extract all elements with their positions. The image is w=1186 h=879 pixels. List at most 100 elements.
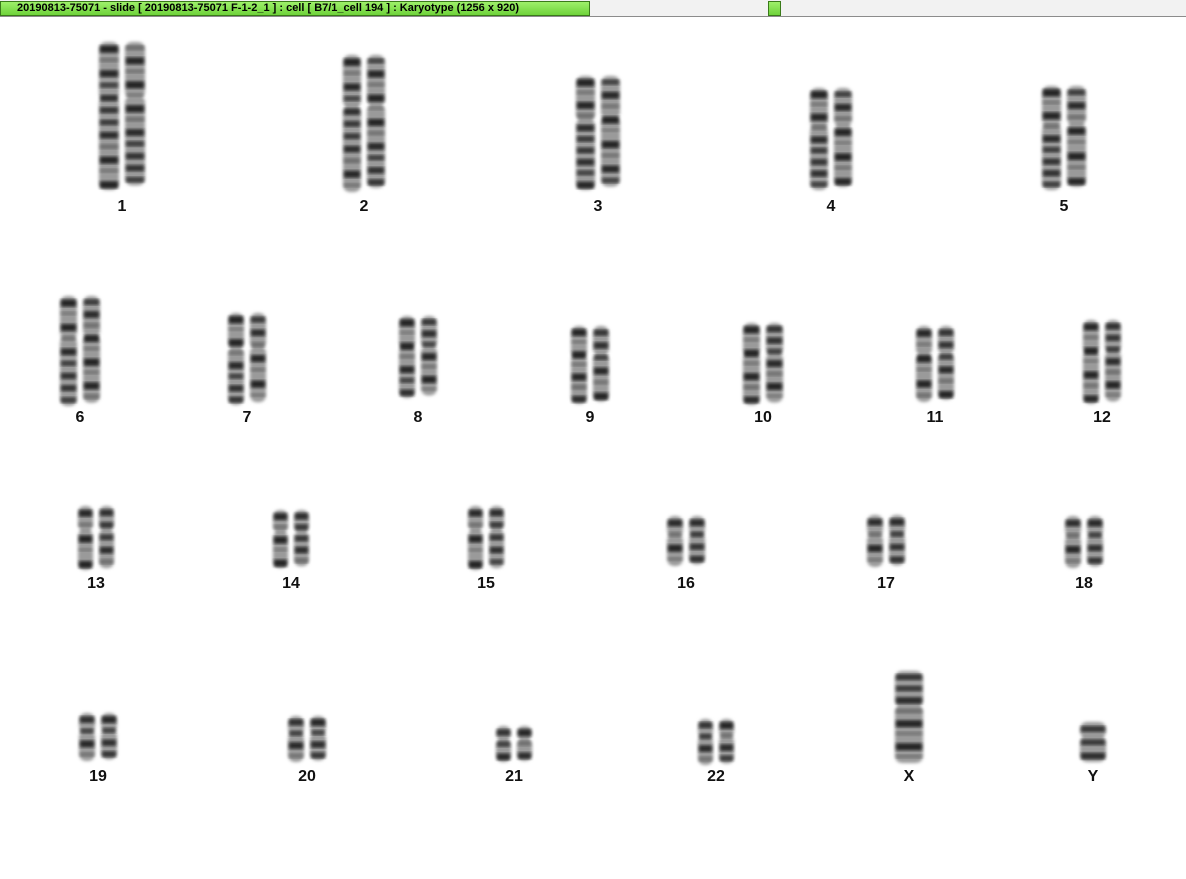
chromosome-image <box>1080 722 1106 762</box>
chromosome-pair-15[interactable] <box>468 506 504 570</box>
chromosome-image <box>343 55 385 192</box>
chromatid <box>517 726 532 761</box>
chromatid <box>1083 320 1099 404</box>
chromatid <box>78 506 93 570</box>
chromosome-label: 14 <box>282 575 300 592</box>
chromosome-label: Y <box>1087 768 1099 785</box>
chromosome-pair-1[interactable] <box>99 42 145 190</box>
chromosome-label: 22 <box>707 768 725 785</box>
chromosome-image <box>468 506 504 570</box>
chromatid <box>889 515 905 566</box>
chromosome-pair-y[interactable] <box>1079 722 1107 762</box>
chromosome-pair-19[interactable] <box>79 713 117 761</box>
chromosome-image <box>895 671 923 763</box>
chromosome-image <box>288 716 326 762</box>
chromatid <box>294 510 309 567</box>
chromatid <box>867 515 883 567</box>
chromosome-image <box>698 719 734 765</box>
chromosome-pair-x[interactable] <box>894 671 924 763</box>
chromosome-label: 4 <box>826 198 836 215</box>
chromosome-pair-10[interactable] <box>743 323 783 405</box>
chromatid <box>698 719 713 765</box>
chromosome-image <box>99 42 145 190</box>
title-bar: 20190813-75071 - slide [ 20190813-75071 … <box>0 0 1186 17</box>
chromatid <box>576 76 595 190</box>
chromosome-image <box>78 506 114 570</box>
chromosome-label: 2 <box>359 198 369 215</box>
chromatid <box>83 296 100 403</box>
chromatid <box>101 713 117 760</box>
chromosome-label: 18 <box>1075 575 1093 592</box>
chromatid <box>810 88 828 190</box>
chromatid <box>343 55 361 192</box>
chromosome-pair-17[interactable] <box>867 515 905 567</box>
chromatid <box>916 326 932 402</box>
chromatid <box>689 516 705 565</box>
chromatid <box>667 516 683 566</box>
chromosome-image <box>571 326 609 404</box>
chromatid <box>250 313 266 403</box>
chromosome-label: 20 <box>298 768 316 785</box>
chromosome-image <box>399 316 437 398</box>
chromosome-image <box>79 713 117 761</box>
chromosome-pair-8[interactable] <box>399 316 437 398</box>
chromatid <box>99 506 114 569</box>
chromosome-label: 6 <box>75 409 85 426</box>
chromosome-pair-14[interactable] <box>273 510 309 568</box>
chromosome-image <box>1083 320 1121 404</box>
chromosome-pair-3[interactable] <box>576 76 620 190</box>
chromosome-label: 17 <box>877 575 895 592</box>
chromosome-image <box>916 326 954 402</box>
chromosome-label: 9 <box>585 409 595 426</box>
chromosome-pair-11[interactable] <box>916 326 954 402</box>
chromosome-image <box>867 515 905 567</box>
chromatid <box>468 506 483 570</box>
window-title: 20190813-75071 - slide [ 20190813-75071 … <box>0 1 590 16</box>
chromosome-pair-22[interactable] <box>698 719 734 765</box>
chromatid <box>421 316 437 396</box>
chromosome-pair-5[interactable] <box>1042 86 1086 190</box>
chromatid <box>125 42 145 186</box>
chromosome-label: 12 <box>1093 409 1111 426</box>
chromatid <box>766 323 783 403</box>
chromatid <box>834 88 852 187</box>
chromosome-pair-9[interactable] <box>571 326 609 404</box>
chromosome-pair-13[interactable] <box>78 506 114 570</box>
chromosome-pair-16[interactable] <box>667 516 705 566</box>
chromatid <box>1065 516 1081 568</box>
chromosome-label: 11 <box>926 409 944 426</box>
chromosome-label: 13 <box>87 575 105 592</box>
chromosome-pair-20[interactable] <box>288 716 326 762</box>
chromosome-image <box>496 726 532 762</box>
chromosome-pair-6[interactable] <box>60 296 100 406</box>
chromosome-label: X <box>903 768 915 785</box>
chromosome-image <box>743 323 783 405</box>
chromosome-pair-2[interactable] <box>343 55 385 192</box>
chromatid <box>228 313 244 405</box>
chromatid <box>79 713 95 761</box>
chromosome-image <box>576 76 620 190</box>
chromosome-label: 10 <box>754 409 772 426</box>
chromosome-label: 19 <box>89 768 107 785</box>
chromatid <box>399 316 415 398</box>
chromosome-label: 7 <box>242 409 252 426</box>
chromatid <box>1105 320 1121 402</box>
chromosome-label: 1 <box>117 198 127 215</box>
chromatid <box>1067 86 1086 187</box>
title-bar-marker[interactable] <box>768 1 781 16</box>
chromosome-image <box>273 510 309 568</box>
chromosome-pair-21[interactable] <box>496 726 532 762</box>
chromosome-label: 3 <box>593 198 603 215</box>
chromatid <box>273 510 288 568</box>
chromatid <box>601 76 620 187</box>
chromosome-pair-7[interactable] <box>228 313 266 405</box>
chromosome-label: 5 <box>1059 198 1069 215</box>
chromosome-image <box>810 88 852 190</box>
chromosome-pair-18[interactable] <box>1065 516 1103 568</box>
chromatid <box>593 326 609 402</box>
chromatid <box>895 671 923 763</box>
chromatid <box>1042 86 1061 190</box>
chromosome-pair-12[interactable] <box>1083 320 1121 404</box>
chromosome-pair-4[interactable] <box>810 88 852 190</box>
chromatid <box>719 719 734 764</box>
